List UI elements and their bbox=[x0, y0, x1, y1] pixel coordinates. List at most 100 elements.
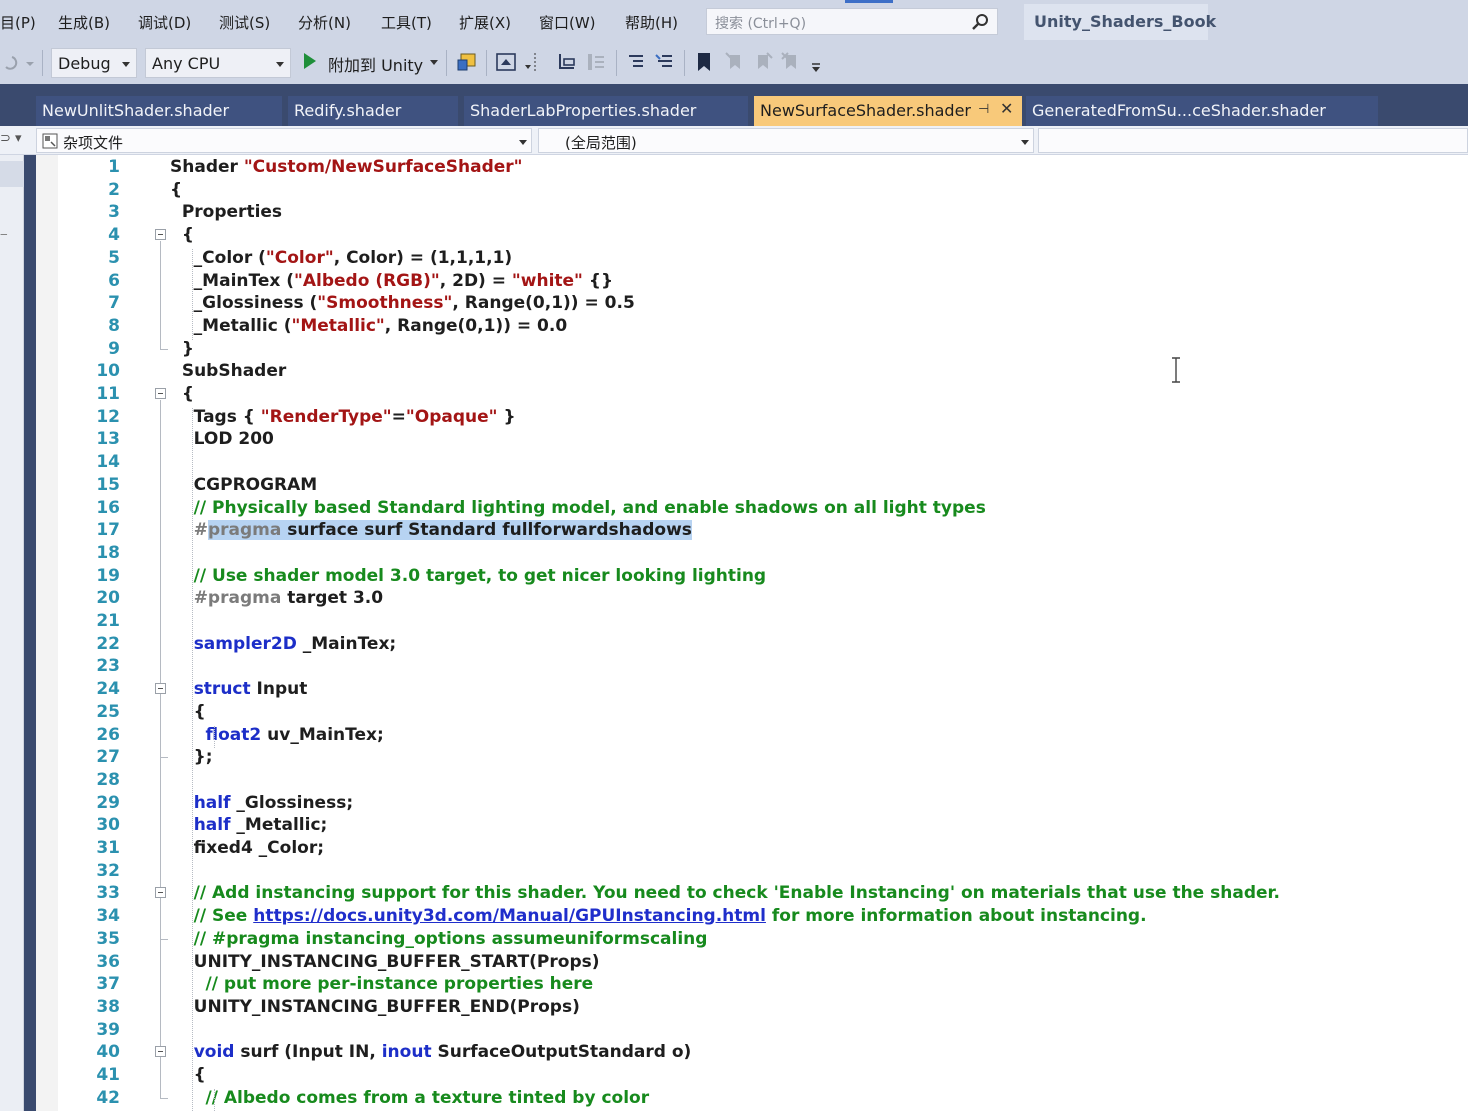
comment-icon[interactable] bbox=[625, 51, 647, 73]
toolbar: Debug Any CPU 附加到 Unity bbox=[0, 44, 1468, 84]
code-token: // See bbox=[170, 906, 254, 927]
tab-shaderlabproperties[interactable]: ShaderLabProperties.shader bbox=[464, 96, 748, 126]
code-line[interactable]: LOD 200 bbox=[170, 428, 274, 451]
code-token: { bbox=[170, 384, 194, 404]
code-line[interactable]: // See https://docs.unity3d.com/Manual/G… bbox=[170, 905, 1147, 928]
code-line[interactable]: { bbox=[170, 701, 206, 724]
code-line[interactable]: // Use shader model 3.0 target, to get n… bbox=[170, 565, 766, 588]
code-line[interactable]: { bbox=[170, 224, 194, 247]
member-dropdown[interactable] bbox=[1038, 128, 1468, 153]
menu-extensions[interactable]: 扩展(X) bbox=[459, 12, 511, 33]
collapse-icon[interactable] bbox=[155, 388, 166, 399]
code-line[interactable]: } bbox=[170, 338, 194, 361]
tab-newunlitshader[interactable]: NewUnlitShader.shader bbox=[36, 96, 282, 126]
code-token: // Physically based Standard lighting mo… bbox=[170, 497, 986, 518]
code-line[interactable]: half _Metallic; bbox=[170, 814, 328, 837]
code-line[interactable]: void surf (Input IN, inout SurfaceOutput… bbox=[170, 1041, 692, 1064]
code-line[interactable]: Shader "Custom/NewSurfaceShader" bbox=[170, 156, 523, 179]
code-line[interactable]: { bbox=[170, 383, 194, 406]
code-editor[interactable]: 1 2 3 4 5 6 7 8 9 10 11 12 13 14 15 16 17 18 19 20 21 22 23 24 2… bbox=[58, 155, 1468, 1111]
code-line[interactable]: UNITY_INSTANCING_BUFFER_END(Props) bbox=[170, 996, 580, 1019]
close-icon[interactable]: ✕ bbox=[1000, 99, 1013, 118]
collapse-icon[interactable] bbox=[155, 887, 166, 899]
code-line[interactable]: float2 uv_MainTex; bbox=[170, 724, 384, 747]
collapse-icon[interactable] bbox=[155, 683, 166, 695]
code-line[interactable]: half _Glossiness; bbox=[170, 792, 353, 815]
code-token: _Metallic; bbox=[230, 815, 328, 836]
code-link[interactable]: https://docs.unity3d.com/Manual/GPUInsta… bbox=[253, 906, 766, 926]
panel-splitter[interactable] bbox=[24, 155, 36, 1111]
code-line[interactable]: struct Input bbox=[170, 678, 308, 701]
menu-build[interactable]: 生成(B) bbox=[58, 12, 110, 33]
browser-icon[interactable] bbox=[495, 51, 537, 75]
prev-bookmark-icon[interactable] bbox=[724, 51, 746, 73]
code-line[interactable]: _MainTex ("Albedo (RGB)", 2D) = "white" … bbox=[170, 270, 613, 293]
code-token: "Color" bbox=[265, 247, 334, 268]
line-number: 1 bbox=[108, 157, 120, 177]
clear-bookmark-icon[interactable] bbox=[780, 51, 802, 73]
code-line[interactable]: // Add instancing support for this shade… bbox=[170, 882, 1280, 905]
line-number: 29 bbox=[96, 792, 120, 813]
search-input[interactable]: 搜索 (Ctrl+Q) bbox=[706, 8, 998, 35]
project-dropdown[interactable]: 杂项文件 bbox=[36, 128, 532, 153]
collapse-icon[interactable] bbox=[155, 229, 166, 241]
menu-window[interactable]: 窗口(W) bbox=[539, 12, 596, 33]
line-number: 21 bbox=[96, 611, 120, 631]
code-line[interactable]: fixed4 _Color; bbox=[170, 837, 324, 860]
step-icon[interactable] bbox=[556, 51, 578, 73]
code-line[interactable]: #pragma surface surf Standard fullforwar… bbox=[170, 519, 692, 542]
line-number: 11 bbox=[96, 384, 120, 404]
menu-test[interactable]: 测试(S) bbox=[219, 12, 270, 33]
collapse-icon[interactable] bbox=[155, 1046, 166, 1058]
code-line[interactable]: #pragma target 3.0 bbox=[170, 587, 383, 610]
code-line[interactable]: sampler2D _MainTex; bbox=[170, 633, 397, 656]
tab-redify[interactable]: Redify.shader bbox=[288, 96, 458, 126]
menu-help[interactable]: 帮助(H) bbox=[625, 12, 678, 33]
configuration-dropdown[interactable]: Debug bbox=[51, 48, 137, 78]
code-line[interactable]: { bbox=[170, 1064, 206, 1087]
code-line[interactable]: _Color ("Color", Color) = (1,1,1,1) bbox=[170, 247, 513, 270]
code-line[interactable]: // Physically based Standard lighting mo… bbox=[170, 497, 986, 520]
line-number: 18 bbox=[96, 542, 120, 563]
code-line[interactable]: UNITY_INSTANCING_BUFFER_START(Props) bbox=[170, 951, 600, 974]
indicator-margin bbox=[36, 155, 58, 1111]
search-icon[interactable] bbox=[971, 13, 989, 31]
toolbar-separator bbox=[446, 50, 447, 76]
debug-window-icon[interactable] bbox=[456, 51, 478, 73]
pin-icon[interactable]: ⊣ bbox=[978, 102, 989, 117]
code-token: = bbox=[391, 406, 406, 427]
line-number: 15 bbox=[96, 474, 120, 495]
code-line[interactable]: SubShader bbox=[170, 360, 286, 383]
outline-line bbox=[160, 1058, 161, 1098]
undo-icon[interactable] bbox=[0, 53, 34, 73]
platform-dropdown[interactable]: Any CPU bbox=[145, 48, 291, 78]
code-line[interactable]: Properties bbox=[170, 201, 282, 224]
bookmark-icon[interactable] bbox=[694, 51, 714, 73]
code-token: , Range(0,1)) = 0.0 bbox=[384, 315, 568, 336]
next-bookmark-icon[interactable] bbox=[752, 51, 774, 73]
code-line[interactable]: // #pragma instancing_options assumeunif… bbox=[170, 928, 708, 951]
line-number: 39 bbox=[96, 1019, 120, 1040]
toolbar-overflow-icon[interactable] bbox=[810, 62, 822, 74]
code-line[interactable]: // put more per-instance properties here bbox=[170, 973, 594, 996]
code-area[interactable]: Shader "Custom/NewSurfaceShader"{ Proper… bbox=[170, 155, 1460, 1111]
code-line[interactable]: _Metallic ("Metallic", Range(0,1)) = 0.0 bbox=[170, 315, 568, 338]
format-icon[interactable] bbox=[585, 51, 607, 73]
tab-generatedfromsurfaceshader[interactable]: GeneratedFromSu...ceShader.shader bbox=[1026, 96, 1378, 126]
menu-project[interactable]: 目(P) bbox=[0, 12, 36, 33]
navbar-overflow-icon[interactable]: ⊃ ▾ bbox=[0, 131, 22, 146]
tab-newsurfaceshader[interactable]: NewSurfaceShader.shader ⊣ ✕ bbox=[754, 96, 1022, 126]
uncomment-icon[interactable] bbox=[654, 51, 676, 73]
line-number: 26 bbox=[96, 724, 120, 745]
scope-dropdown[interactable]: (全局范围) bbox=[538, 128, 1034, 153]
line-number: 35 bbox=[96, 928, 120, 949]
code-line[interactable]: { bbox=[170, 179, 182, 202]
menu-analyze[interactable]: 分析(N) bbox=[298, 12, 351, 33]
code-line[interactable]: Tags { "RenderType"="Opaque" } bbox=[170, 406, 516, 429]
code-line[interactable]: _Glossiness ("Smoothness", Range(0,1)) =… bbox=[170, 292, 635, 315]
menu-debug[interactable]: 调试(D) bbox=[138, 12, 191, 33]
menu-tools[interactable]: 工具(T) bbox=[381, 12, 432, 33]
code-line[interactable]: // Albedo comes from a texture tinted by… bbox=[170, 1087, 650, 1110]
